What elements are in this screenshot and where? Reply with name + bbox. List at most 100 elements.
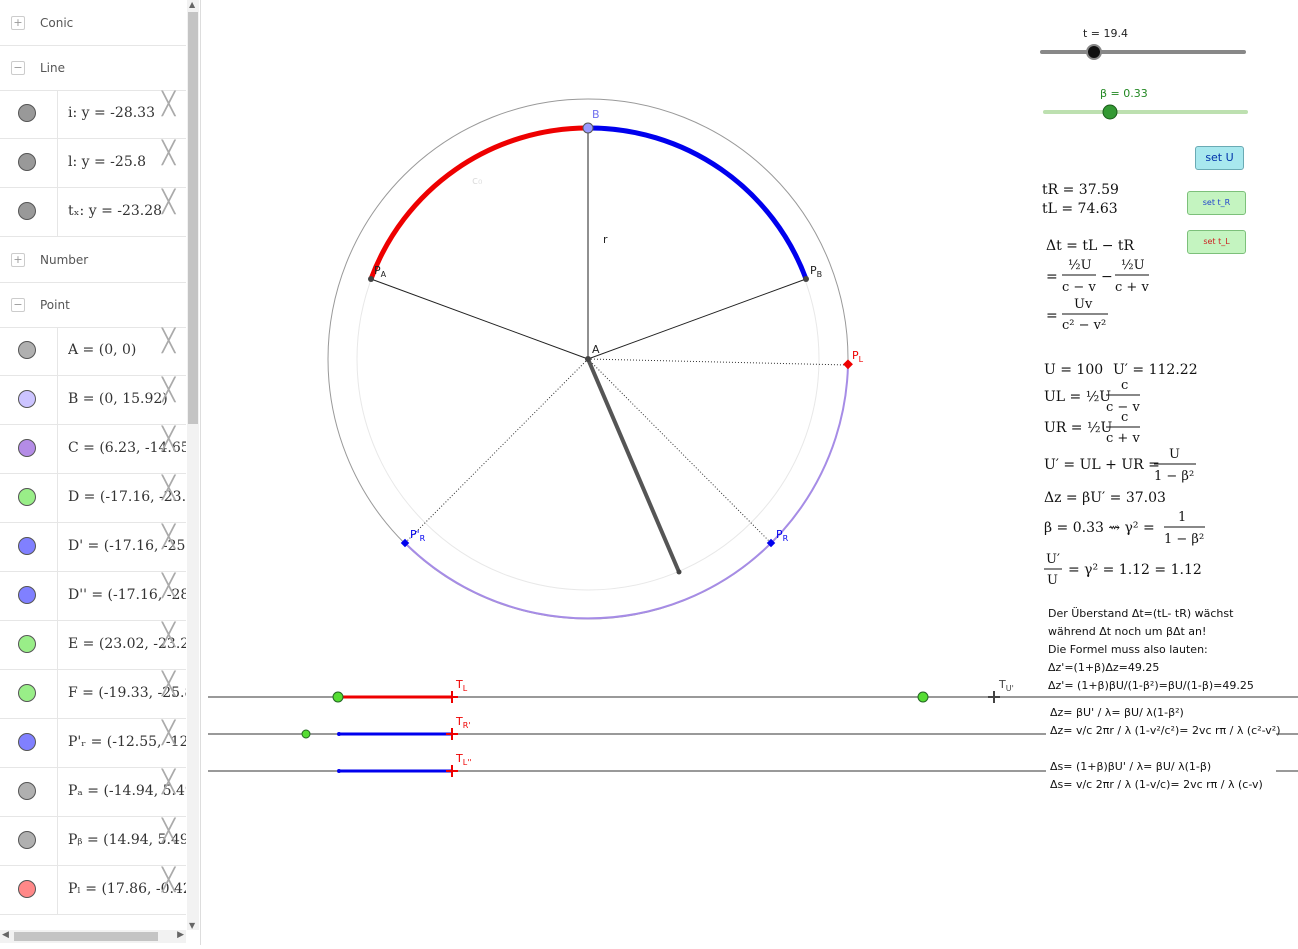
- algebra-row-point[interactable]: A = (0, 0) ╳: [0, 327, 186, 376]
- delete-icon[interactable]: ╳: [162, 478, 175, 500]
- point-f[interactable]: [301, 729, 311, 739]
- algebra-row-line-l[interactable]: l: y = -25.8 ╳: [0, 139, 186, 188]
- segment-a-pb[interactable]: [587, 278, 807, 360]
- expand-icon[interactable]: +: [11, 16, 25, 30]
- delete-icon[interactable]: ╳: [162, 192, 175, 214]
- frac-num: Uv: [1074, 297, 1093, 312]
- algebra-row-point[interactable]: D' = (-17.16, -25.8)╳: [0, 523, 186, 572]
- delete-icon[interactable]: ╳: [162, 723, 175, 745]
- visibility-toggle[interactable]: [18, 153, 36, 171]
- delete-icon[interactable]: ╳: [162, 331, 175, 353]
- dotted-a-pr[interactable]: [587, 358, 772, 544]
- frac-num: U′: [1046, 552, 1060, 567]
- divider: [57, 621, 58, 669]
- delete-icon[interactable]: ╳: [162, 821, 175, 843]
- point-c[interactable]: [676, 569, 682, 575]
- formula-dt: Δt = tL − tR: [1046, 238, 1135, 254]
- graphics-canvas[interactable]: B r c₀ A PA PB PL P'R PR t = 19.4 β = 0.…: [201, 0, 1298, 945]
- visibility-toggle[interactable]: [18, 439, 36, 457]
- note-line: Δs= (1+β)βU' / λ= βU/ λ(1-β): [1050, 760, 1211, 773]
- algebra-row-line-i[interactable]: i: y = -28.33 ╳: [0, 90, 186, 139]
- delete-icon[interactable]: ╳: [162, 429, 175, 451]
- rotating-hand[interactable]: [586, 358, 681, 573]
- scroll-right-icon[interactable]: ▶: [177, 930, 184, 940]
- algebra-row-point[interactable]: D = (-17.16, -23.28)╳: [0, 474, 186, 523]
- visibility-toggle[interactable]: [18, 341, 36, 359]
- label-pb: PB: [810, 264, 822, 279]
- delete-icon[interactable]: ╳: [162, 674, 175, 696]
- algebra-row-point[interactable]: P'ᵣ = (-12.55, -12.7╳: [0, 719, 186, 768]
- delete-icon[interactable]: ╳: [162, 527, 175, 549]
- scrollbar-thumb[interactable]: [188, 12, 198, 424]
- algebra-row-line-tx[interactable]: tₓ: y = -23.28 ╳: [0, 188, 186, 237]
- delete-icon[interactable]: ╳: [162, 625, 175, 647]
- set-u-button[interactable]: set U: [1195, 146, 1244, 170]
- visibility-toggle[interactable]: [18, 488, 36, 506]
- scrollbar-thumb[interactable]: [14, 932, 158, 941]
- point-d[interactable]: [332, 691, 344, 703]
- visibility-toggle[interactable]: [18, 537, 36, 555]
- slider-t-label: t = 19.4: [1083, 27, 1128, 40]
- formula-usum: U′ = UL + UR =: [1044, 457, 1160, 473]
- visibility-toggle[interactable]: [18, 831, 36, 849]
- scroll-up-icon[interactable]: ▲: [189, 0, 195, 9]
- point-pb[interactable]: [803, 276, 809, 282]
- set-tl-button[interactable]: set t_L: [1187, 230, 1246, 254]
- visibility-toggle[interactable]: [18, 733, 36, 751]
- graphics-view[interactable]: B r c₀ A PA PB PL P'R PR t = 19.4 β = 0.…: [201, 0, 1298, 945]
- algebra-row-point[interactable]: Pₗ = (17.86, -0.42) ╳: [0, 866, 186, 915]
- algebra-row-point[interactable]: C = (6.23, -14.65) ╳: [0, 425, 186, 474]
- scroll-left-icon[interactable]: ◀: [2, 930, 9, 940]
- note-line: Δz'= (1+β)βU/(1-β²)=βU/(1-β)=49.25: [1048, 679, 1254, 692]
- category-point[interactable]: − Point: [0, 282, 186, 328]
- point-d-prime[interactable]: [337, 732, 341, 736]
- point-d-dprime[interactable]: [337, 769, 341, 773]
- note-line: Δs= v/c 2πr / λ (1-v/c)= 2vc rπ / λ (c-v…: [1050, 778, 1263, 791]
- algebra-row-point[interactable]: Pᵦ = (14.94, 5.49) ╳: [0, 817, 186, 866]
- frac-num: 1: [1178, 510, 1186, 525]
- algebra-row-point[interactable]: D'' = (-17.16, -28.3╳: [0, 572, 186, 621]
- blue-arc[interactable]: [587, 125, 809, 280]
- collapse-icon[interactable]: −: [11, 298, 25, 312]
- algebra-row-point[interactable]: Pₐ = (-14.94, 5.49)╳: [0, 768, 186, 817]
- collapse-icon[interactable]: −: [11, 61, 25, 75]
- purple-arc[interactable]: [404, 364, 849, 620]
- point-a[interactable]: [585, 356, 591, 362]
- formula-tl: tL = 74.63: [1042, 201, 1118, 217]
- delete-icon[interactable]: ╳: [162, 94, 175, 116]
- note-line: während Δt noch um βΔt an!: [1048, 625, 1206, 638]
- dotted-a-pr-prime[interactable]: [404, 358, 589, 544]
- visibility-toggle[interactable]: [18, 684, 36, 702]
- scroll-down-icon[interactable]: ▼: [189, 921, 195, 930]
- delete-icon[interactable]: ╳: [162, 870, 175, 892]
- algebra-row-point[interactable]: B = (0, 15.92) ╳: [0, 376, 186, 425]
- visibility-toggle[interactable]: [18, 390, 36, 408]
- visibility-toggle[interactable]: [18, 782, 36, 800]
- delete-icon[interactable]: ╳: [162, 143, 175, 165]
- category-conic[interactable]: + Conic: [0, 0, 186, 46]
- visibility-toggle[interactable]: [18, 635, 36, 653]
- note-line: Δz'=(1+β)Δz=49.25: [1048, 661, 1159, 674]
- algebra-row-point[interactable]: F = (-19.33, -25.8) ╳: [0, 670, 186, 719]
- vertical-scrollbar[interactable]: ▲ ▼: [187, 0, 199, 930]
- visibility-toggle[interactable]: [18, 104, 36, 122]
- delete-icon[interactable]: ╳: [162, 380, 175, 402]
- visibility-toggle[interactable]: [18, 202, 36, 220]
- visibility-toggle[interactable]: [18, 586, 36, 604]
- delete-icon[interactable]: ╳: [162, 576, 175, 598]
- visibility-toggle[interactable]: [18, 880, 36, 898]
- segment-a-pa[interactable]: [370, 278, 589, 360]
- red-arc[interactable]: [368, 125, 589, 280]
- category-number[interactable]: + Number: [0, 237, 186, 283]
- horizontal-scrollbar[interactable]: ◀ ▶: [0, 930, 186, 943]
- slider-beta-thumb[interactable]: [1102, 104, 1118, 120]
- point-b[interactable]: [582, 122, 594, 134]
- slider-t-thumb[interactable]: [1086, 44, 1102, 60]
- point-e[interactable]: [917, 691, 929, 703]
- algebra-row-point[interactable]: E = (23.02, -23.28)╳: [0, 621, 186, 670]
- dotted-a-pl[interactable]: [587, 358, 849, 366]
- category-line[interactable]: − Line: [0, 45, 186, 91]
- delete-icon[interactable]: ╳: [162, 772, 175, 794]
- set-tr-button[interactable]: set t_R: [1187, 191, 1246, 215]
- expand-icon[interactable]: +: [11, 253, 25, 267]
